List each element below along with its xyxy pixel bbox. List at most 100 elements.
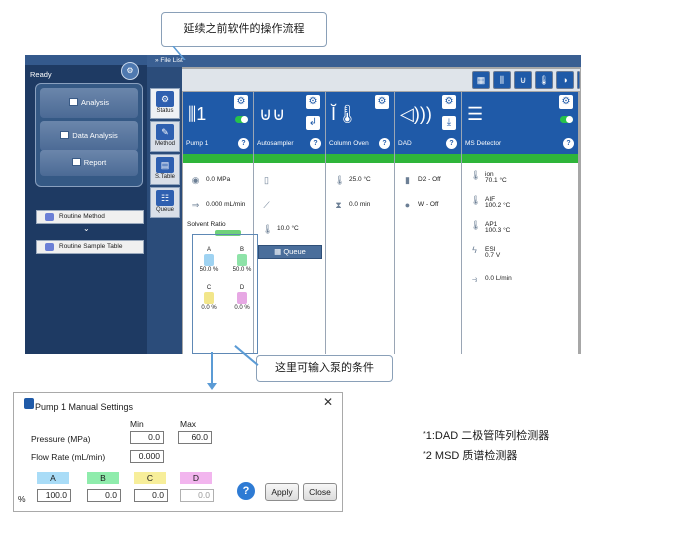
bulb-icon: ● [404, 200, 411, 210]
help-icon[interactable]: ? [237, 482, 255, 500]
table-icon: ▤ [156, 157, 174, 173]
gear-icon[interactable]: ⚙ [234, 95, 248, 109]
pump-icon: ⫼1 [188, 104, 207, 124]
pressure-max-input[interactable]: 60.0 [178, 431, 212, 444]
lamp-icon: ▮ [405, 175, 410, 185]
gas-flow: 0.0 L/min [485, 275, 512, 282]
file-list-label: File List [160, 57, 183, 64]
percent-label: % [18, 494, 26, 504]
pump-icon [24, 398, 34, 409]
ms-detector-icon: ☰ [467, 104, 484, 124]
nav-analysis-button[interactable]: Analysis [40, 88, 138, 118]
arrow-line [211, 352, 213, 385]
ms-power-toggle[interactable] [560, 116, 573, 123]
help-icon[interactable]: ? [446, 138, 457, 149]
dad-module: ◁))) ⚙ ⤓ DAD ? ▮ D2 - Off ● W - Off [395, 92, 462, 354]
gear-icon[interactable]: ⚙ [559, 95, 573, 109]
main-nav: Analysis Data Analysis Report [35, 83, 143, 187]
channel-a-input[interactable]: 100.0 [37, 489, 71, 502]
instrument-icon[interactable]: ⚙ [121, 62, 139, 80]
hourglass-icon: ⧗ [335, 200, 342, 210]
routine-sample-table-label: Routine Sample Table [59, 243, 123, 250]
channel-d-chip: D [180, 472, 212, 484]
dialog-title: Pump 1 Manual Settings [35, 402, 134, 412]
tab-method[interactable]: ✎ Method [150, 121, 180, 152]
wrench-icon[interactable]: ↲ [306, 116, 320, 130]
ms-detector-module: ☰ ⚙ MS Detector ? 🌡 ion 70.1 °C 🌡 AIF 100.2 … [462, 92, 578, 354]
ms-toolbar-icon[interactable] [577, 71, 580, 89]
needle-row: ⟋ [262, 200, 277, 210]
dad-module-header: ◁))) ⚙ ⤓ DAD ? [395, 92, 461, 154]
help-icon[interactable]: ? [379, 138, 390, 149]
channel-b-chip: B [87, 472, 119, 484]
help-icon[interactable]: ? [238, 138, 249, 149]
bottle-b-pct: 50.0 % [232, 267, 252, 273]
column-oven-module: Ĭ🌡 ⚙ Column Oven ? 🌡 25.0 °C ⧗ 0.0 min [326, 92, 395, 354]
bottle-d-name: D [239, 285, 245, 291]
oven-time: 0.0 min [349, 201, 371, 208]
bottle-c-name: C [206, 285, 212, 291]
help-icon[interactable]: ? [563, 138, 574, 149]
channel-b-input[interactable]: 0.0 [87, 489, 121, 502]
queue-icon: ☷ [156, 190, 174, 206]
pencil-icon: ✎ [156, 124, 174, 140]
report-icon [71, 158, 81, 166]
chevron-down-icon: ⌄ [83, 224, 90, 233]
oven-toolbar-icon[interactable]: 🌡 [535, 71, 553, 89]
solvent-ratio-box[interactable]: A 50.0 % B 50.0 % C 0.0 % D 0.0 % [192, 234, 258, 354]
queue-button-label: Queue [283, 247, 306, 256]
oven-temp-row: 🌡 25.0 °C [334, 175, 371, 185]
table-icon [45, 243, 54, 251]
detector-toolbar-icon[interactable]: ◑ [556, 71, 574, 89]
nav-report-button[interactable]: Report [40, 150, 138, 176]
tab-queue[interactable]: ☷ Queue [150, 187, 180, 218]
aif-temp: 100.2 °C [485, 202, 511, 209]
sampler-toolbar-icon[interactable]: ⊍ [514, 71, 532, 89]
flow-rate-input[interactable]: 0.000 [130, 450, 164, 463]
gear-icon[interactable]: ⚙ [442, 95, 456, 109]
tab-sample-table[interactable]: ▤ S.Table [150, 154, 180, 185]
vertical-tabs: ⚙ Status ✎ Method ▤ S.Table ☷ Queue [147, 65, 182, 354]
routine-sample-table-button[interactable]: Routine Sample Table [36, 240, 144, 254]
file-list-bar[interactable]: » File List [147, 55, 581, 67]
channel-c-input[interactable]: 0.0 [134, 489, 168, 502]
note-dad-text: 1:DAD 二极管阵列检测器 [425, 430, 550, 442]
callout-middle: 这里可输入泵的条件 [256, 355, 393, 382]
dad-icon: ◁))) [400, 104, 432, 124]
nav-data-analysis-button[interactable]: Data Analysis [40, 121, 138, 151]
method-icon [45, 213, 54, 221]
pump-toolbar-icon[interactable]: ⫼ [493, 71, 511, 89]
pressure-min-input[interactable]: 0.0 [130, 431, 164, 444]
monitor-icon[interactable]: ▦ [472, 71, 490, 89]
lightning-icon: ϟ [472, 245, 477, 255]
note-msd: *2 MSD 质谱检测器 [423, 447, 517, 463]
autosampler-icon: ⊍⊍ [259, 104, 286, 124]
column-oven-status-bar [326, 154, 394, 163]
pump-pressure: 0.0 MPa [206, 176, 231, 183]
min-header: Min [130, 419, 144, 429]
oven-temp: 25.0 °C [349, 176, 371, 183]
autosampler-temp-row: 🌡 10.0 °C [262, 224, 299, 234]
bottle-icon [237, 292, 247, 304]
apply-button[interactable]: Apply [265, 483, 299, 501]
download-icon[interactable]: ⤓ [442, 116, 456, 130]
queue-button[interactable]: ▦ Queue [258, 245, 322, 259]
ms-detector-module-header: ☰ ⚙ MS Detector ? [462, 92, 578, 154]
help-icon[interactable]: ? [310, 138, 321, 149]
channel-d-input: 0.0 [180, 489, 214, 502]
pump-power-toggle[interactable] [235, 116, 248, 123]
routine-method-button[interactable]: Routine Method [36, 210, 144, 224]
esi-voltage: 0.7 V [485, 252, 501, 259]
vial-row: ▯ [262, 175, 277, 185]
thermometer-icon: 🌡 [334, 175, 346, 185]
pump-manual-settings-dialog: Pump 1 Manual Settings ✕ Min Max Pressur… [13, 392, 343, 512]
bottle-d: D 0.0 % [229, 285, 255, 311]
pump-pressure-row: ◉ 0.0 MPa [191, 175, 231, 185]
data-analysis-icon [60, 131, 70, 139]
tab-status[interactable]: ⚙ Status [150, 88, 180, 119]
close-button[interactable]: Close [303, 483, 337, 501]
gear-icon[interactable]: ⚙ [375, 95, 389, 109]
gear-icon[interactable]: ⚙ [306, 95, 320, 109]
column-oven-module-header: Ĭ🌡 ⚙ Column Oven ? [326, 92, 394, 154]
close-icon[interactable]: ✕ [320, 395, 336, 409]
